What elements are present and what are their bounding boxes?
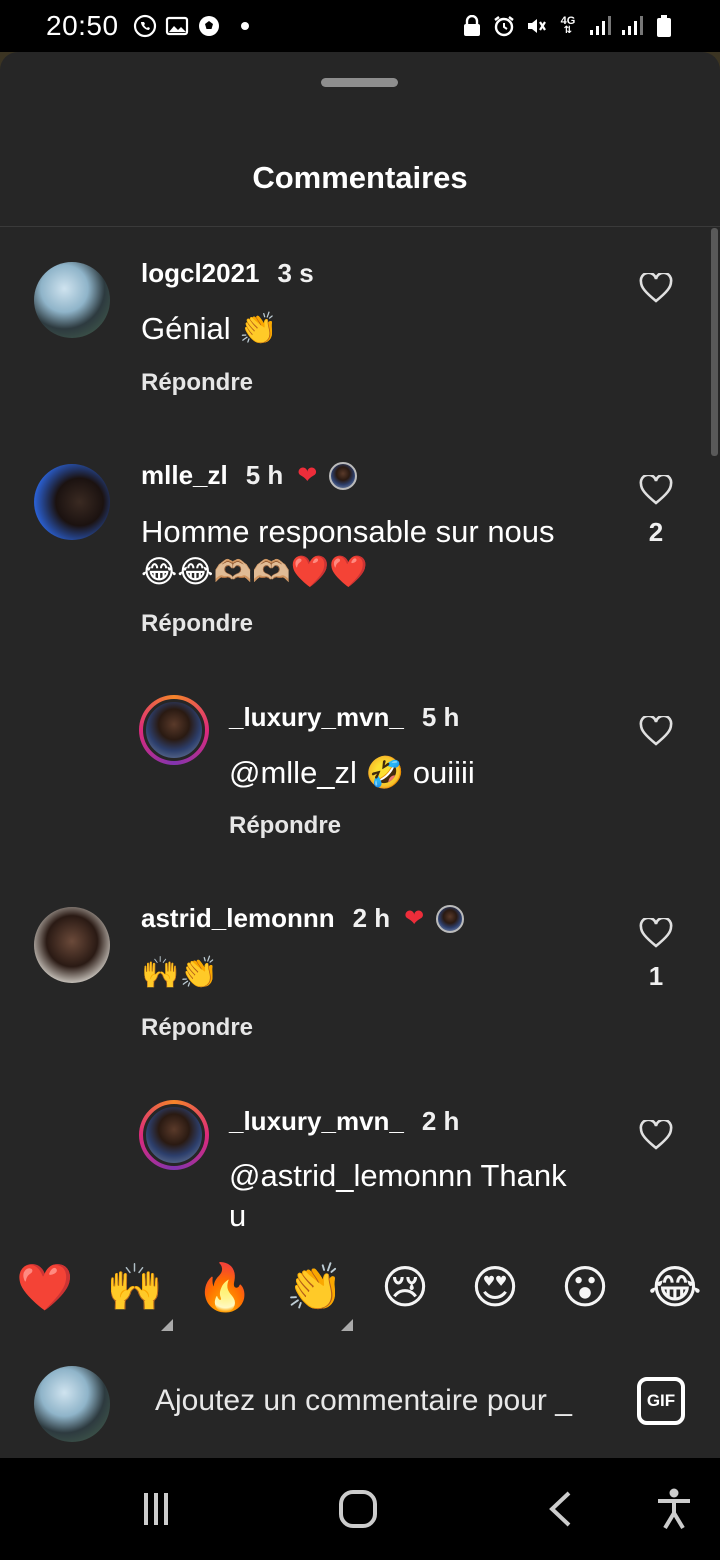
status-time: 20:50	[46, 10, 119, 41]
skin-tone-indicator	[161, 1319, 173, 1331]
like-count: 1	[648, 961, 664, 991]
avatar[interactable]	[34, 262, 110, 338]
reply-button[interactable]: Répondre	[141, 1014, 253, 1042]
emoji-reaction-bar: ❤️ 🙌 🔥 👏 😢 😍 😮 😂	[0, 1257, 720, 1337]
recents-icon	[144, 1493, 168, 1525]
avatar[interactable]	[34, 464, 110, 540]
comment-header: _luxury_mvn_ 5 h	[229, 702, 459, 733]
heart-outline-icon	[639, 475, 673, 505]
network-4g-icon: 4G ⇅	[560, 15, 576, 36]
status-bar: 20:50 4G ⇅	[0, 0, 720, 52]
gif-button[interactable]: GIF	[637, 1377, 685, 1425]
comment-header: _luxury_mvn_ 2 h	[229, 1106, 459, 1137]
current-user-avatar	[34, 1366, 110, 1442]
comment-username[interactable]: _luxury_mvn_	[229, 702, 404, 733]
author-liked-heart-icon: ❤	[297, 462, 318, 489]
comment-time: 5 h	[421, 702, 460, 732]
like-button[interactable]	[638, 270, 674, 306]
emoji-surprised[interactable]: 😮	[555, 1257, 615, 1317]
sheet-title: Commentaires	[252, 160, 468, 195]
comment-text: Génial 👏	[141, 311, 278, 346]
comment-header: astrid_lemonnn 2 h ❤	[141, 903, 465, 934]
notification-dot	[240, 22, 249, 30]
comment-text: @mlle_zl 🤣 ouiiii	[229, 755, 475, 790]
alarm-icon	[492, 14, 516, 38]
heart-outline-icon	[639, 716, 673, 746]
scrollbar[interactable]	[711, 228, 718, 456]
comment-input[interactable]: Ajoutez un commentaire pour _	[155, 1384, 603, 1418]
comment-text: @astrid_lemonnn Thank	[229, 1158, 567, 1193]
comment-time: 2 h	[421, 1106, 460, 1136]
emoji-crying[interactable]: 😢	[375, 1257, 435, 1317]
lock-icon	[460, 14, 484, 38]
back-button[interactable]	[530, 1458, 590, 1560]
skin-tone-indicator	[341, 1319, 353, 1331]
home-icon	[339, 1490, 377, 1528]
author-liked-heart-icon: ❤	[404, 905, 425, 932]
like-button[interactable]	[638, 915, 674, 951]
reply-button[interactable]: Répondre	[229, 812, 341, 840]
header-divider	[0, 226, 720, 227]
comment-text: 🙌👏	[141, 955, 219, 990]
like-button[interactable]	[638, 472, 674, 508]
signal-icon	[620, 14, 644, 38]
avatar	[143, 699, 205, 761]
gallery-icon	[165, 14, 189, 38]
whatsapp-icon	[133, 14, 157, 38]
like-count: 2	[648, 517, 664, 547]
emoji-heart-eyes[interactable]: 😍	[465, 1257, 525, 1317]
comment-text-emoji: 😂😂🫶🏼🫶🏼❤️❤️	[141, 554, 368, 589]
avatar-story-ring[interactable]	[139, 1100, 209, 1170]
comment-username[interactable]: mlle_zl	[141, 460, 228, 491]
comment-time: 2 h	[352, 903, 391, 933]
comment-username[interactable]: _luxury_mvn_	[229, 1106, 404, 1137]
reply-button[interactable]: Répondre	[141, 610, 253, 638]
comment-username[interactable]: logcl2021	[141, 258, 260, 289]
comment-time: 5 h	[245, 460, 284, 490]
mute-icon	[524, 14, 548, 38]
reply-button[interactable]: Répondre	[141, 369, 253, 397]
avatar	[143, 1104, 205, 1166]
home-button[interactable]	[320, 1458, 396, 1560]
signal-icon	[588, 14, 612, 38]
system-navigation-bar	[0, 1458, 720, 1560]
sheet-drag-handle[interactable]	[321, 78, 398, 87]
emoji-heart[interactable]: ❤️	[15, 1257, 75, 1317]
emoji-clapping[interactable]: 👏	[285, 1257, 345, 1317]
back-icon	[549, 1491, 571, 1527]
emoji-raising-hands[interactable]: 🙌	[105, 1257, 165, 1317]
emoji-fire[interactable]: 🔥	[195, 1257, 255, 1317]
like-button[interactable]	[638, 1117, 674, 1153]
heart-outline-icon	[639, 273, 673, 303]
author-mini-avatar	[329, 461, 358, 490]
football-icon	[197, 14, 221, 38]
comment-time: 3 s	[277, 258, 314, 288]
comment-username[interactable]: astrid_lemonnn	[141, 903, 335, 934]
recents-button[interactable]	[120, 1458, 192, 1560]
avatar-story-ring[interactable]	[139, 695, 209, 765]
comment-header: logcl2021 3 s	[141, 258, 314, 289]
heart-outline-icon	[639, 1120, 673, 1150]
comment-text: u	[229, 1198, 247, 1233]
gif-label: GIF	[646, 1391, 676, 1410]
avatar[interactable]	[34, 907, 110, 983]
author-mini-avatar	[436, 904, 465, 933]
comment-header: mlle_zl 5 h ❤	[141, 460, 358, 491]
comments-sheet: Commentaires logcl2021 3 s Génial 👏 Répo…	[0, 52, 720, 1458]
comment-text: Homme responsable sur nous	[141, 514, 555, 549]
accessibility-icon	[658, 1488, 690, 1530]
emoji-laughing[interactable]: 😂	[645, 1257, 705, 1317]
comment-composer: Ajoutez un commentaire pour _ GIF	[0, 1352, 720, 1458]
accessibility-button[interactable]	[648, 1458, 700, 1560]
like-button[interactable]	[638, 713, 674, 749]
battery-icon	[652, 14, 676, 38]
heart-outline-icon	[639, 918, 673, 948]
